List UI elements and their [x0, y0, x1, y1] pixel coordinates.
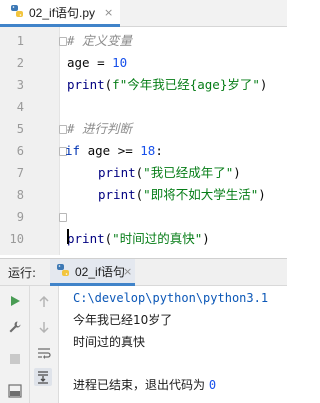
- exit-code: 0: [208, 378, 217, 392]
- string-literal: "我已经成年了": [143, 165, 234, 180]
- function-name: print: [67, 231, 105, 246]
- paren: ): [259, 77, 268, 92]
- editor-tab[interactable]: 02_if语句.py ×: [0, 0, 120, 27]
- close-run-tab-icon[interactable]: ×: [123, 265, 132, 278]
- line-number: 2: [16, 56, 24, 70]
- line-number-gutter: 1 2 3 4 5 6 7 8 9 10: [0, 27, 60, 255]
- run-tab[interactable]: 02_if语句 ×: [50, 259, 135, 286]
- string-literal: "时间过的真快": [112, 231, 203, 246]
- soft-wrap-icon[interactable]: [35, 344, 53, 362]
- console-exit-line: 进程已结束，退出代码为 0: [73, 375, 216, 395]
- code-line-print: print(f"今年我已经{age}岁了"): [67, 75, 267, 95]
- keyword: if: [65, 143, 81, 158]
- paren: ): [233, 165, 241, 180]
- code-editor[interactable]: 1 2 3 4 5 6 7 8 9 10 # 定义变量 age = 10 pri…: [0, 27, 287, 255]
- fold-marker-icon[interactable]: [59, 125, 67, 134]
- line-number: 3: [16, 78, 24, 92]
- string-literal: f"今年我已经{age}岁了": [112, 77, 260, 92]
- code-line-print: print("我已经成年了"): [98, 163, 241, 183]
- function-name: print: [98, 165, 136, 180]
- code-line-assign: age = 10: [67, 53, 127, 73]
- stop-icon[interactable]: [6, 350, 24, 368]
- line-number: 9: [16, 210, 24, 224]
- string-literal: "即将不如大学生活": [143, 187, 259, 202]
- layout-icon[interactable]: [6, 382, 24, 400]
- colon: :: [155, 143, 163, 158]
- fold-marker-icon[interactable]: [59, 213, 67, 222]
- arrow-up-icon[interactable]: [35, 293, 53, 311]
- console-toolbar: [30, 286, 59, 403]
- code-line-print: print("时间过的真快"): [67, 229, 210, 249]
- paren: ): [202, 231, 210, 246]
- run-panel-header: 运行: 02_if语句 ×: [0, 258, 287, 286]
- number-literal: 10: [112, 55, 128, 70]
- text-caret: [67, 229, 69, 244]
- scroll-to-end-icon[interactable]: [34, 368, 52, 386]
- paren: ): [258, 187, 266, 202]
- line-number: 6: [16, 144, 24, 158]
- console-output-line: 时间过的真快: [73, 335, 146, 349]
- close-tab-icon[interactable]: ×: [104, 7, 113, 19]
- exit-message: 进程已结束，退出代码为: [73, 378, 209, 392]
- number-literal: 18: [140, 143, 156, 158]
- operator: =: [89, 55, 113, 70]
- python-file-icon: [56, 262, 70, 281]
- arrow-down-icon[interactable]: [35, 318, 53, 336]
- function-name: print: [67, 77, 105, 92]
- run-tab-label: 02_if语句: [75, 264, 126, 279]
- editor-tab-label: 02_if语句.py: [29, 5, 96, 20]
- condition: age >=: [80, 143, 141, 158]
- fold-marker-icon[interactable]: [59, 37, 67, 46]
- console-command-path: C:\develop\python\python3.1: [73, 291, 269, 305]
- run-toolbar: [0, 286, 30, 403]
- line-number: 5: [16, 122, 24, 136]
- run-icon[interactable]: [6, 292, 24, 310]
- wrench-icon[interactable]: [6, 318, 24, 336]
- code-line-print: print("即将不如大学生活"): [98, 185, 266, 205]
- console-output-line: 今年我已经10岁了: [73, 313, 173, 327]
- variable-name: age: [67, 55, 90, 70]
- line-number: 4: [16, 100, 24, 114]
- line-number: 1: [16, 34, 24, 48]
- code-comment: # 定义变量: [67, 33, 133, 48]
- editor-tab-bar: 02_if语句.py ×: [0, 0, 287, 27]
- line-number: 10: [9, 232, 24, 246]
- code-comment: # 进行判断: [67, 121, 133, 136]
- function-name: print: [98, 187, 136, 202]
- code-line-if: if age >= 18:: [65, 141, 163, 161]
- line-number: 8: [16, 188, 24, 202]
- python-file-icon: [10, 3, 24, 22]
- line-number: 7: [16, 166, 24, 180]
- run-label: 运行:: [8, 265, 37, 280]
- console-output[interactable]: C:\develop\python\python3.1 今年我已经10岁了 时间…: [59, 286, 287, 403]
